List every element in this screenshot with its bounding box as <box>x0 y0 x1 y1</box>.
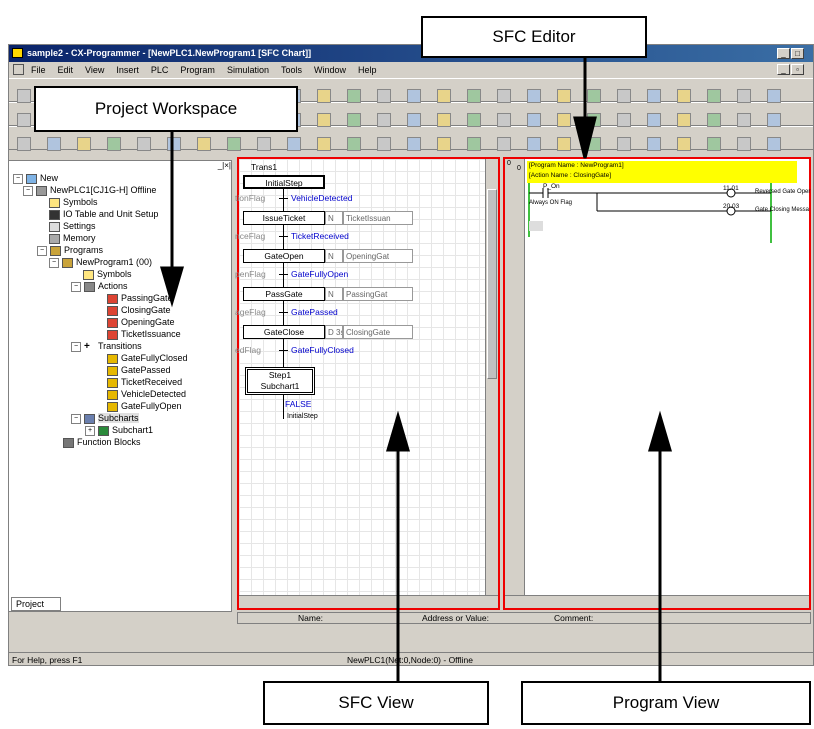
arrow-program-view-head <box>647 410 673 452</box>
arrow-sfc-editor-head <box>573 116 597 159</box>
arrow-sfc-view-head <box>385 410 411 452</box>
arrow-workspace-head <box>159 266 185 308</box>
callout-arrows <box>159 58 673 681</box>
